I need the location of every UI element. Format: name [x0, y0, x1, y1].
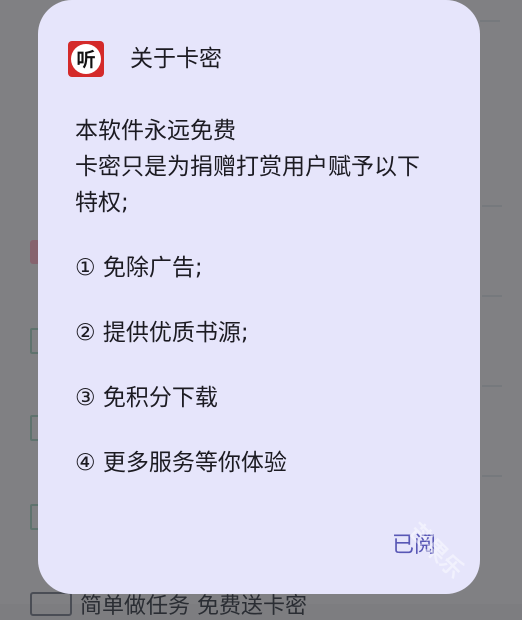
about-card-key-dialog: 听 关于卡密 本软件永远免费 卡密只是为捐赠打赏用户赋予以下 特权; ① 免除广… [38, 0, 480, 594]
background-divider [482, 475, 502, 477]
background-divider [482, 385, 502, 387]
dialog-message: 本软件永远免费 卡密只是为捐赠打赏用户赋予以下 特权; ① 免除广告; ② 提供… [75, 113, 455, 481]
message-line: 卡密只是为捐赠打赏用户赋予以下 [75, 154, 420, 180]
app-logo-glyph-icon: 听 [76, 48, 95, 71]
background-divider [482, 295, 502, 297]
app-logo-icon: 听 [68, 41, 104, 77]
background-divider [482, 205, 502, 207]
background-divider [480, 20, 500, 22]
app-logo-icon-inner: 听 [71, 44, 101, 74]
privilege-item: ② 提供优质书源; [75, 320, 249, 346]
app-logo-glyph: 听 [76, 48, 95, 71]
message-line: 特权; [75, 190, 129, 216]
message-line: 本软件永远免费 [75, 118, 236, 144]
dialog-title: 关于卡密 [130, 46, 222, 72]
background-task-icon [30, 592, 72, 616]
dialog-header: 听 关于卡密 [68, 40, 222, 78]
privilege-item: ④ 更多服务等你体验 [75, 450, 287, 476]
privilege-item: ③ 免积分下载 [75, 385, 218, 411]
privilege-item: ① 免除广告; [75, 255, 203, 281]
